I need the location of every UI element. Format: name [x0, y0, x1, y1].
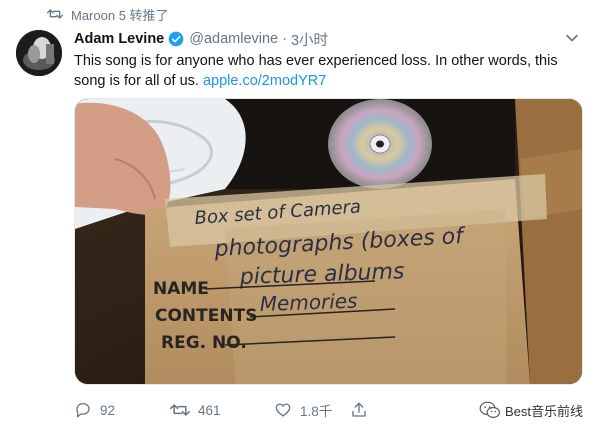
author-name[interactable]: Adam Levine — [74, 31, 164, 47]
retweet-icon — [47, 9, 63, 19]
box-label-contents: CONTENTS — [155, 306, 257, 326]
avatar[interactable] — [16, 30, 62, 76]
reply-icon — [76, 402, 90, 418]
tweet-header: Adam Levine @adamlevine · 3小时 — [74, 29, 583, 49]
verified-badge-icon — [168, 31, 184, 47]
author-handle[interactable]: @adamlevine — [189, 31, 278, 47]
share-icon — [352, 402, 366, 417]
retweet-count: 461 — [198, 402, 221, 418]
like-button[interactable]: 1.8千 — [274, 400, 350, 420]
tweet-link[interactable]: apple.co/2modYR7 — [203, 73, 326, 89]
box-label-reg: REG. NO. — [161, 333, 247, 353]
like-count: 1.8千 — [300, 404, 333, 419]
wechat-logo-icon — [479, 401, 500, 418]
box-label-name: NAME — [153, 279, 209, 299]
heart-icon — [275, 403, 291, 417]
share-button[interactable] — [350, 401, 410, 419]
reply-button[interactable]: 92 — [74, 401, 170, 419]
reply-count: 92 — [100, 402, 116, 418]
wechat-watermark: Best音乐前线 — [479, 398, 583, 422]
more-options-chevron-down-icon[interactable] — [565, 31, 579, 49]
retweet-button[interactable]: 461 — [170, 401, 274, 419]
tweet-text: This song is for anyone who has ever exp… — [74, 51, 584, 91]
retweeted-by-text: Maroon 5 转推了 — [71, 7, 169, 23]
separator-dot: · — [282, 31, 287, 47]
retweeted-by-line[interactable]: Maroon 5 转推了 — [47, 4, 169, 24]
tweet-timestamp[interactable]: 3小时 — [291, 29, 328, 50]
tweet-media-image[interactable]: Box set of Camera photographs (boxes of … — [74, 98, 583, 385]
watermark-text: Best音乐前线 — [504, 403, 583, 419]
retweet-icon — [170, 404, 190, 416]
